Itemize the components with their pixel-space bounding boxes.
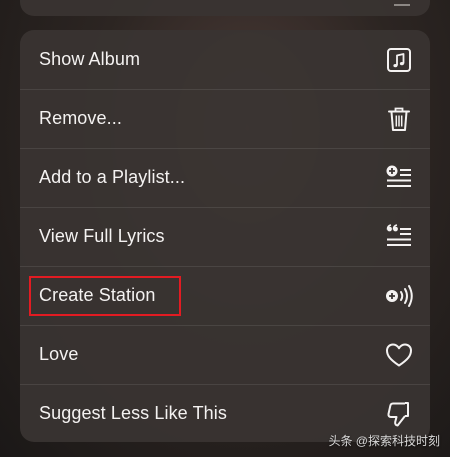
- lyrics-icon: [384, 222, 414, 252]
- previous-menu-group: [20, 0, 430, 16]
- menu-item-label: Add to a Playlist...: [39, 167, 186, 187]
- thumbs-down-icon: [384, 399, 414, 429]
- highlight-box: [29, 276, 181, 316]
- view-full-lyrics-menu-item[interactable]: View Full Lyrics: [20, 207, 430, 266]
- heart-icon: [384, 340, 414, 370]
- menu-item-label: View Full Lyrics: [39, 226, 165, 246]
- menu-item-label: Remove...: [39, 108, 122, 128]
- menu-item-icon: [394, 0, 410, 6]
- add-to-playlist-menu-item[interactable]: Add to a Playlist...: [20, 148, 430, 207]
- love-menu-item[interactable]: Love: [20, 325, 430, 384]
- context-menu: Show Album Remove... Add to a Playlist..…: [20, 30, 430, 442]
- station-icon: [384, 281, 414, 311]
- remove-menu-item[interactable]: Remove...: [20, 89, 430, 148]
- menu-item-label: Show Album: [39, 49, 141, 69]
- show-album-menu-item[interactable]: Show Album: [20, 30, 430, 89]
- create-station-menu-item[interactable]: Create Station: [20, 266, 430, 325]
- menu-item-label: Love: [39, 344, 79, 364]
- trash-icon: [384, 104, 414, 134]
- watermark: 头条 @探索科技时刻: [328, 434, 440, 448]
- add-to-playlist-icon: [384, 163, 414, 193]
- album-icon: [384, 45, 414, 75]
- menu-item-label: Suggest Less Like This: [39, 403, 227, 423]
